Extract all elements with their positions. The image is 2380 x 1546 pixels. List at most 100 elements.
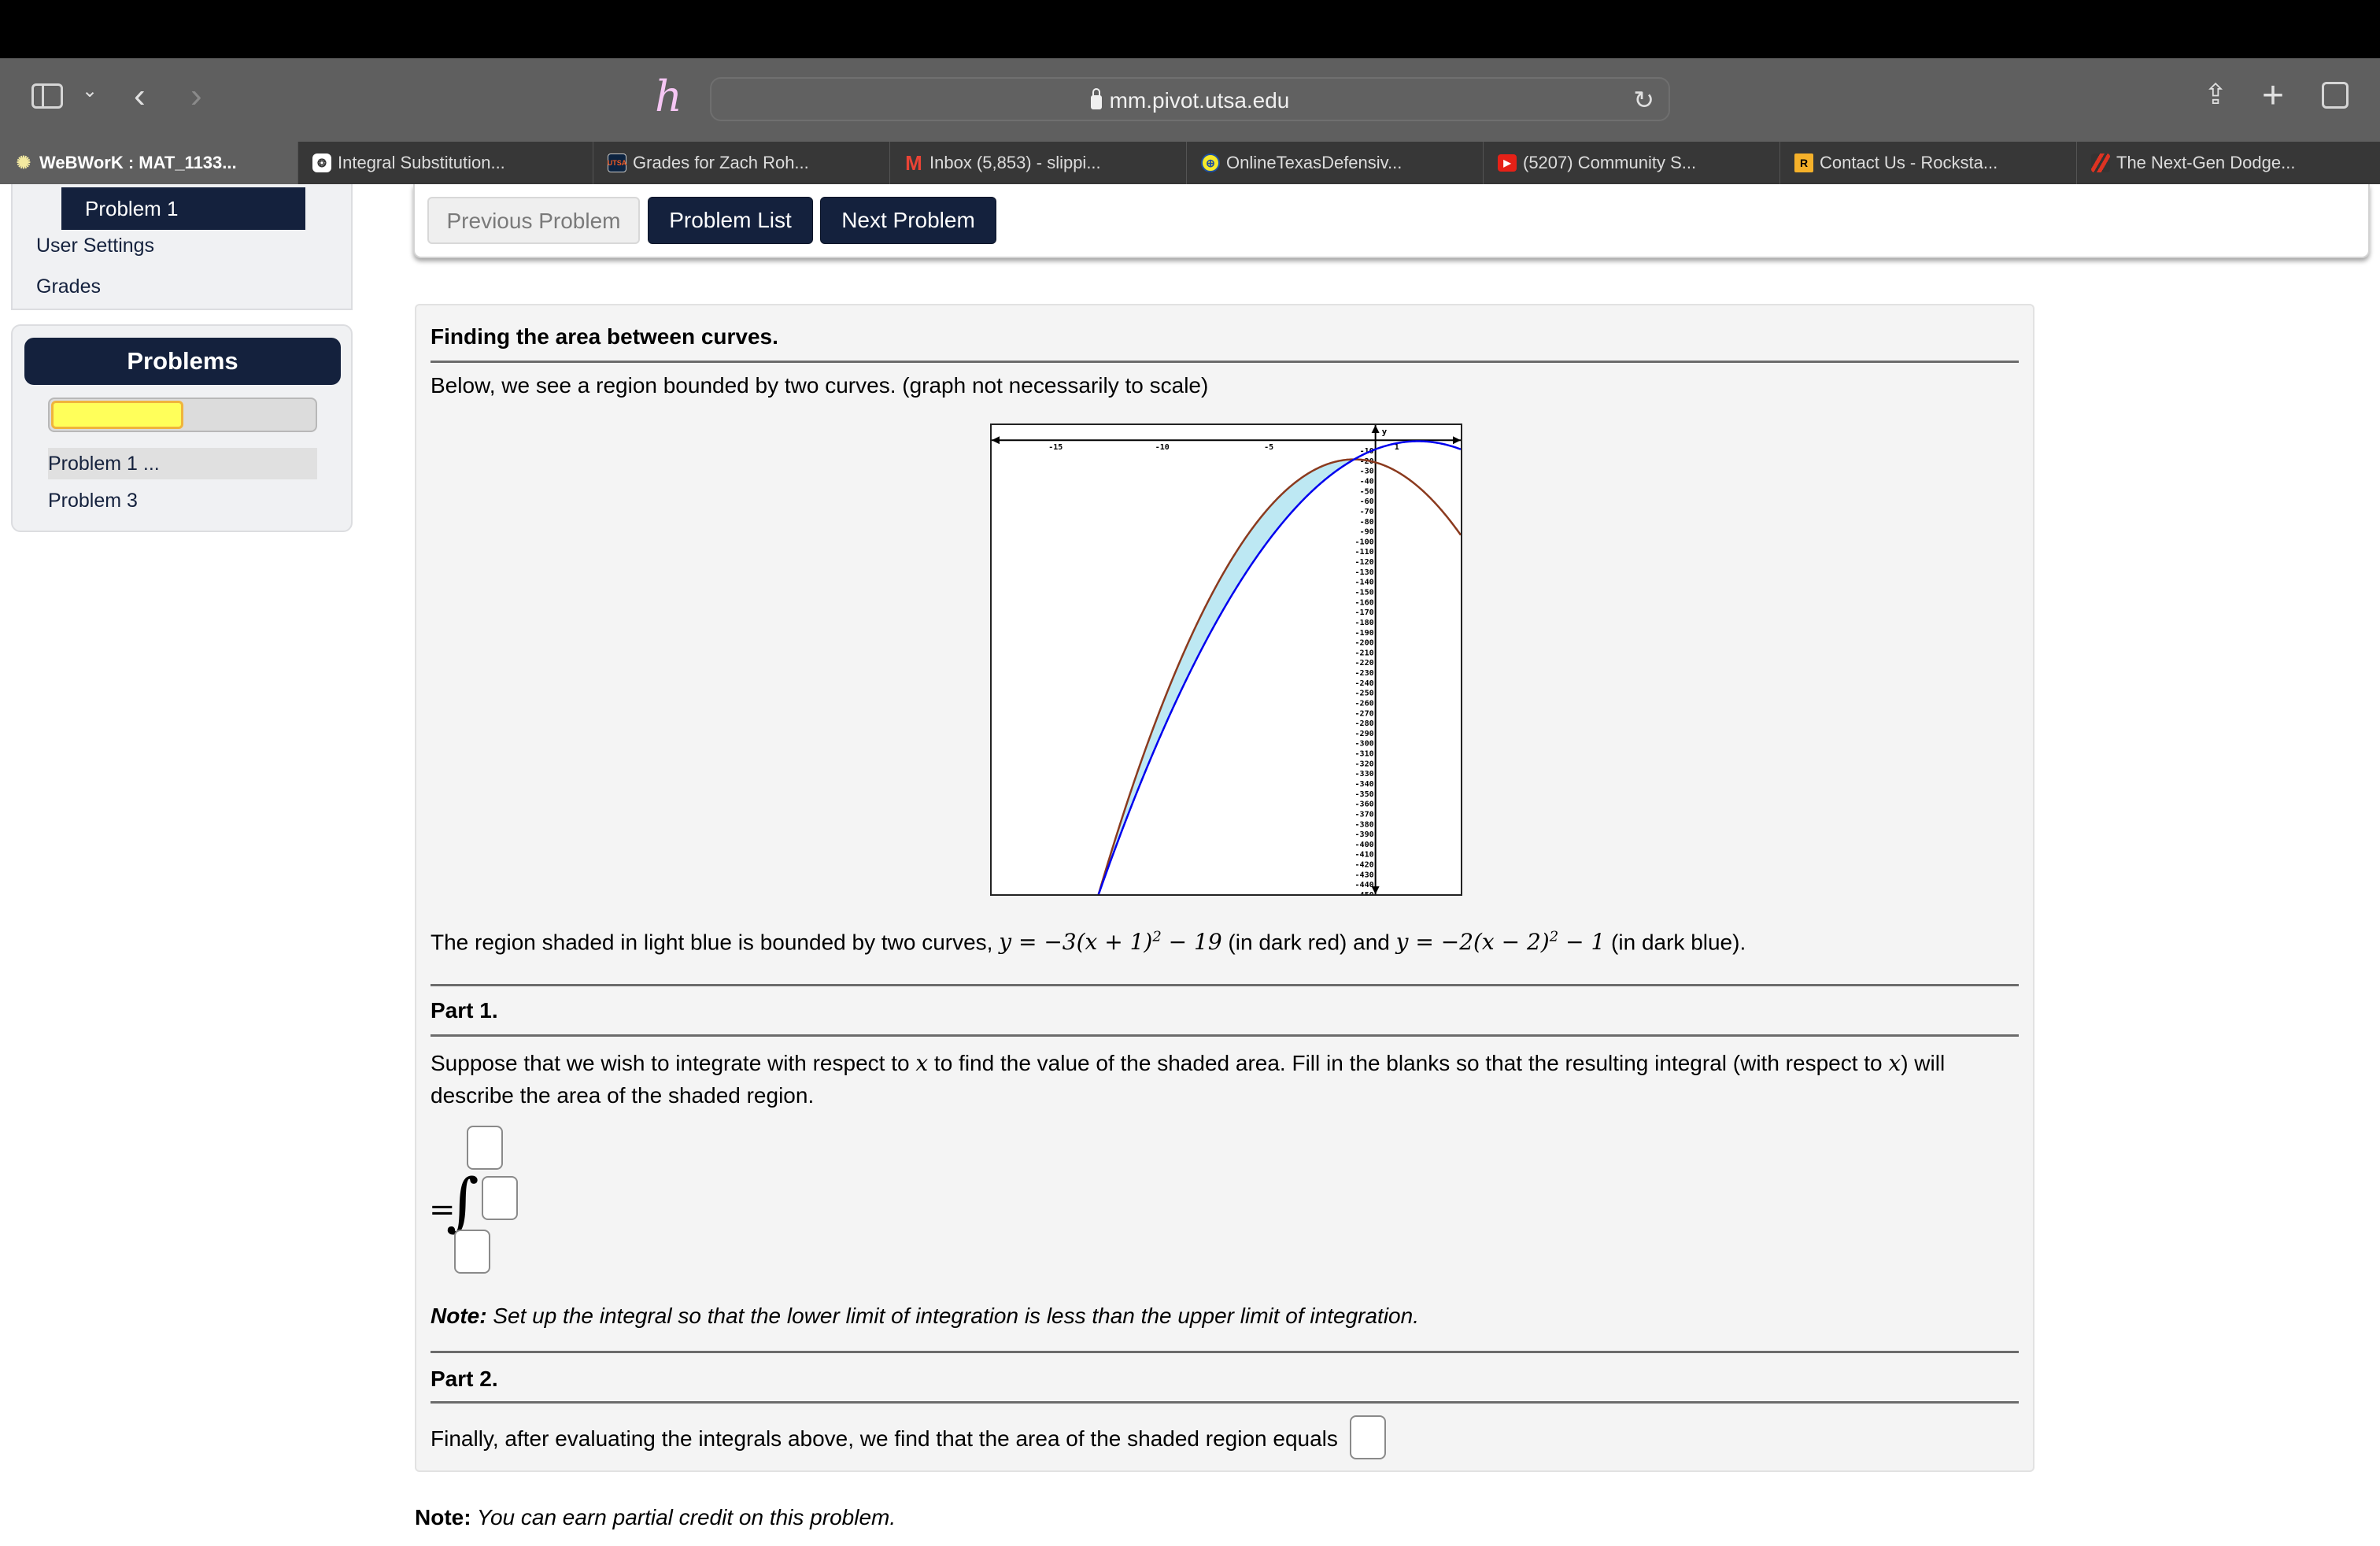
part1-heading: Part 1. bbox=[431, 998, 498, 1023]
tab-texas-defensive[interactable]: ⊕ OnlineTexasDefensiv... bbox=[1186, 142, 1483, 184]
part2-text: Finally, after evaluating the integrals … bbox=[431, 1426, 1338, 1451]
blue-curve bbox=[990, 440, 1462, 1249]
y-tick-label: -120 bbox=[1355, 558, 1374, 567]
forward-icon[interactable]: › bbox=[190, 79, 202, 113]
screen-top-bar bbox=[0, 0, 2380, 58]
divider bbox=[431, 984, 2019, 986]
sidebar-item-user-settings[interactable]: User Settings bbox=[36, 235, 154, 257]
y-tick-label: -130 bbox=[1355, 568, 1374, 577]
y-tick-label: -170 bbox=[1355, 608, 1374, 617]
share-icon[interactable]: ⇪ bbox=[2204, 80, 2227, 109]
y-tick-label: -280 bbox=[1355, 719, 1374, 728]
divider bbox=[431, 1351, 2019, 1353]
tab-grades[interactable]: UTSA Grades for Zach Roh... bbox=[593, 142, 889, 184]
dodge-icon bbox=[2091, 153, 2110, 172]
sidebar-nav: Problem 1 User Settings Grades bbox=[11, 184, 353, 310]
x-axis-left-arrow bbox=[992, 436, 1000, 445]
y-tick-label: -210 bbox=[1355, 649, 1374, 657]
tab-inbox[interactable]: M Inbox (5,853) - slippi... bbox=[889, 142, 1186, 184]
y-tick-label: -350 bbox=[1355, 790, 1374, 799]
y-tick-label: -220 bbox=[1355, 659, 1374, 668]
tab-bar: ✺ WeBWorK : MAT_1133... ❂ Integral Substit… bbox=[0, 142, 2380, 184]
problem-title: Finding the area between curves. bbox=[431, 324, 778, 349]
x-tick-label: -5 bbox=[1264, 443, 1273, 452]
y-tick-label: -440 bbox=[1355, 881, 1374, 890]
y-tick-label: -390 bbox=[1355, 830, 1374, 839]
sidebar-item-grades[interactable]: Grades bbox=[36, 276, 101, 298]
utsa-icon: UTSA bbox=[608, 153, 626, 172]
y-axis-label: y bbox=[1382, 427, 1388, 437]
y-tick-label: -230 bbox=[1355, 669, 1374, 678]
problem-list-button[interactable]: Problem List bbox=[648, 197, 813, 244]
y-tick-label: -270 bbox=[1355, 709, 1374, 718]
y-tick-label: -200 bbox=[1355, 639, 1374, 648]
tab-dodge[interactable]: The Next-Gen Dodge... bbox=[2076, 142, 2380, 184]
y-tick-label: -320 bbox=[1355, 760, 1374, 768]
y-tick-label: -190 bbox=[1355, 629, 1374, 638]
problem-nav-panel: Previous Problem Problem List Next Probl… bbox=[413, 184, 2370, 258]
y-tick-label: -410 bbox=[1355, 851, 1374, 860]
red-curve bbox=[990, 458, 1462, 1335]
tab-rockstar[interactable]: R Contact Us - Rocksta... bbox=[1779, 142, 2076, 184]
new-tab-icon[interactable]: + bbox=[2262, 77, 2284, 115]
previous-problem-button[interactable]: Previous Problem bbox=[427, 197, 640, 244]
region-description: The region shaded in light blue is bound… bbox=[431, 929, 1746, 955]
problem-intro: Below, we see a region bounded by two cu… bbox=[431, 373, 1209, 398]
y-tick-label: -100 bbox=[1355, 538, 1374, 546]
webwork-icon: ✺ bbox=[16, 153, 31, 172]
reload-icon[interactable]: ↻ bbox=[1633, 85, 1654, 115]
y-tick-label: -430 bbox=[1355, 871, 1374, 879]
tab-overview-icon[interactable] bbox=[2322, 82, 2349, 109]
area-graph: -15 -10 -5 1 y -10 -20 -30 -40 -50 -60 -70 -80 -90 -10… bbox=[990, 423, 1462, 1335]
problems-header: Problems bbox=[24, 338, 341, 385]
area-answer-input[interactable] bbox=[1350, 1415, 1386, 1459]
curve1-equation: y = −3(x + 1)2 − 19 bbox=[999, 929, 1222, 956]
y-tick-label: -240 bbox=[1355, 679, 1374, 688]
shaded-region bbox=[1098, 459, 1354, 896]
divider bbox=[431, 1401, 2019, 1404]
part1-instructions: Suppose that we wish to integrate with r… bbox=[431, 1050, 1946, 1108]
curve1-desc: (in dark red) and bbox=[1221, 930, 1396, 955]
x-tick-label: -10 bbox=[1155, 443, 1170, 452]
x-axis-right-arrow bbox=[1453, 436, 1461, 445]
y-tick-label: -340 bbox=[1355, 780, 1374, 789]
y-tick-label: -250 bbox=[1355, 690, 1374, 698]
chevron-down-icon[interactable]: ⌄ bbox=[82, 82, 98, 101]
problem-list-item-3[interactable]: Problem 3 bbox=[48, 485, 317, 516]
progress-bar bbox=[48, 398, 317, 432]
x-tick-label: -15 bbox=[1048, 443, 1062, 452]
tab-integral-substitution[interactable]: ❂ Integral Substitution... bbox=[298, 142, 593, 184]
divider bbox=[431, 1034, 2019, 1037]
y-tick-label: -360 bbox=[1355, 801, 1374, 809]
tab-youtube[interactable]: ▶ (5207) Community S... bbox=[1483, 142, 1779, 184]
graph-svg: -15 -10 -5 1y-10-20-30-40-50-60-70-80-90-10… bbox=[990, 425, 1462, 1335]
tab-webwork[interactable]: ✺ WeBWorK : MAT_1133... bbox=[0, 142, 298, 184]
x-tick-label: 1 bbox=[1395, 443, 1399, 452]
back-icon[interactable]: ‹ bbox=[134, 79, 146, 113]
y-tick-label: -300 bbox=[1355, 740, 1374, 749]
y-tick-label: -40 bbox=[1360, 477, 1374, 486]
y-tick-label: -80 bbox=[1360, 518, 1374, 527]
y-tick-label: -420 bbox=[1355, 861, 1374, 870]
problem-list-item-1[interactable]: Problem 1 ... bbox=[48, 448, 317, 479]
part2-heading: Part 2. bbox=[431, 1367, 498, 1391]
y-tick-label: -110 bbox=[1355, 548, 1374, 557]
sidebar-toggle-icon[interactable] bbox=[31, 83, 63, 109]
y-tick-label: -400 bbox=[1355, 841, 1374, 849]
partial-credit-note: Note: You can earn partial credit on thi… bbox=[415, 1505, 896, 1529]
y-tick-label: -150 bbox=[1355, 588, 1374, 597]
y-tick-label: -380 bbox=[1355, 820, 1374, 829]
gmail-icon: M bbox=[905, 150, 922, 175]
integrand-input[interactable] bbox=[482, 1176, 518, 1220]
upper-limit-input[interactable] bbox=[467, 1126, 503, 1170]
y-tick-label: -160 bbox=[1355, 598, 1374, 607]
y-tick-label: -50 bbox=[1360, 487, 1374, 496]
address-bar[interactable]: mm.pivot.utsa.edu ↻ bbox=[710, 77, 1670, 121]
next-problem-button[interactable]: Next Problem bbox=[820, 197, 996, 244]
extension-icon[interactable]: h bbox=[655, 76, 682, 118]
lower-limit-input[interactable] bbox=[454, 1230, 490, 1274]
sidebar-item-problem-1[interactable]: Problem 1 bbox=[61, 187, 305, 230]
y-tick-label: -370 bbox=[1355, 810, 1374, 819]
y-axis-up-arrow bbox=[1371, 425, 1380, 433]
youtube-icon: ▶ bbox=[1498, 154, 1517, 172]
